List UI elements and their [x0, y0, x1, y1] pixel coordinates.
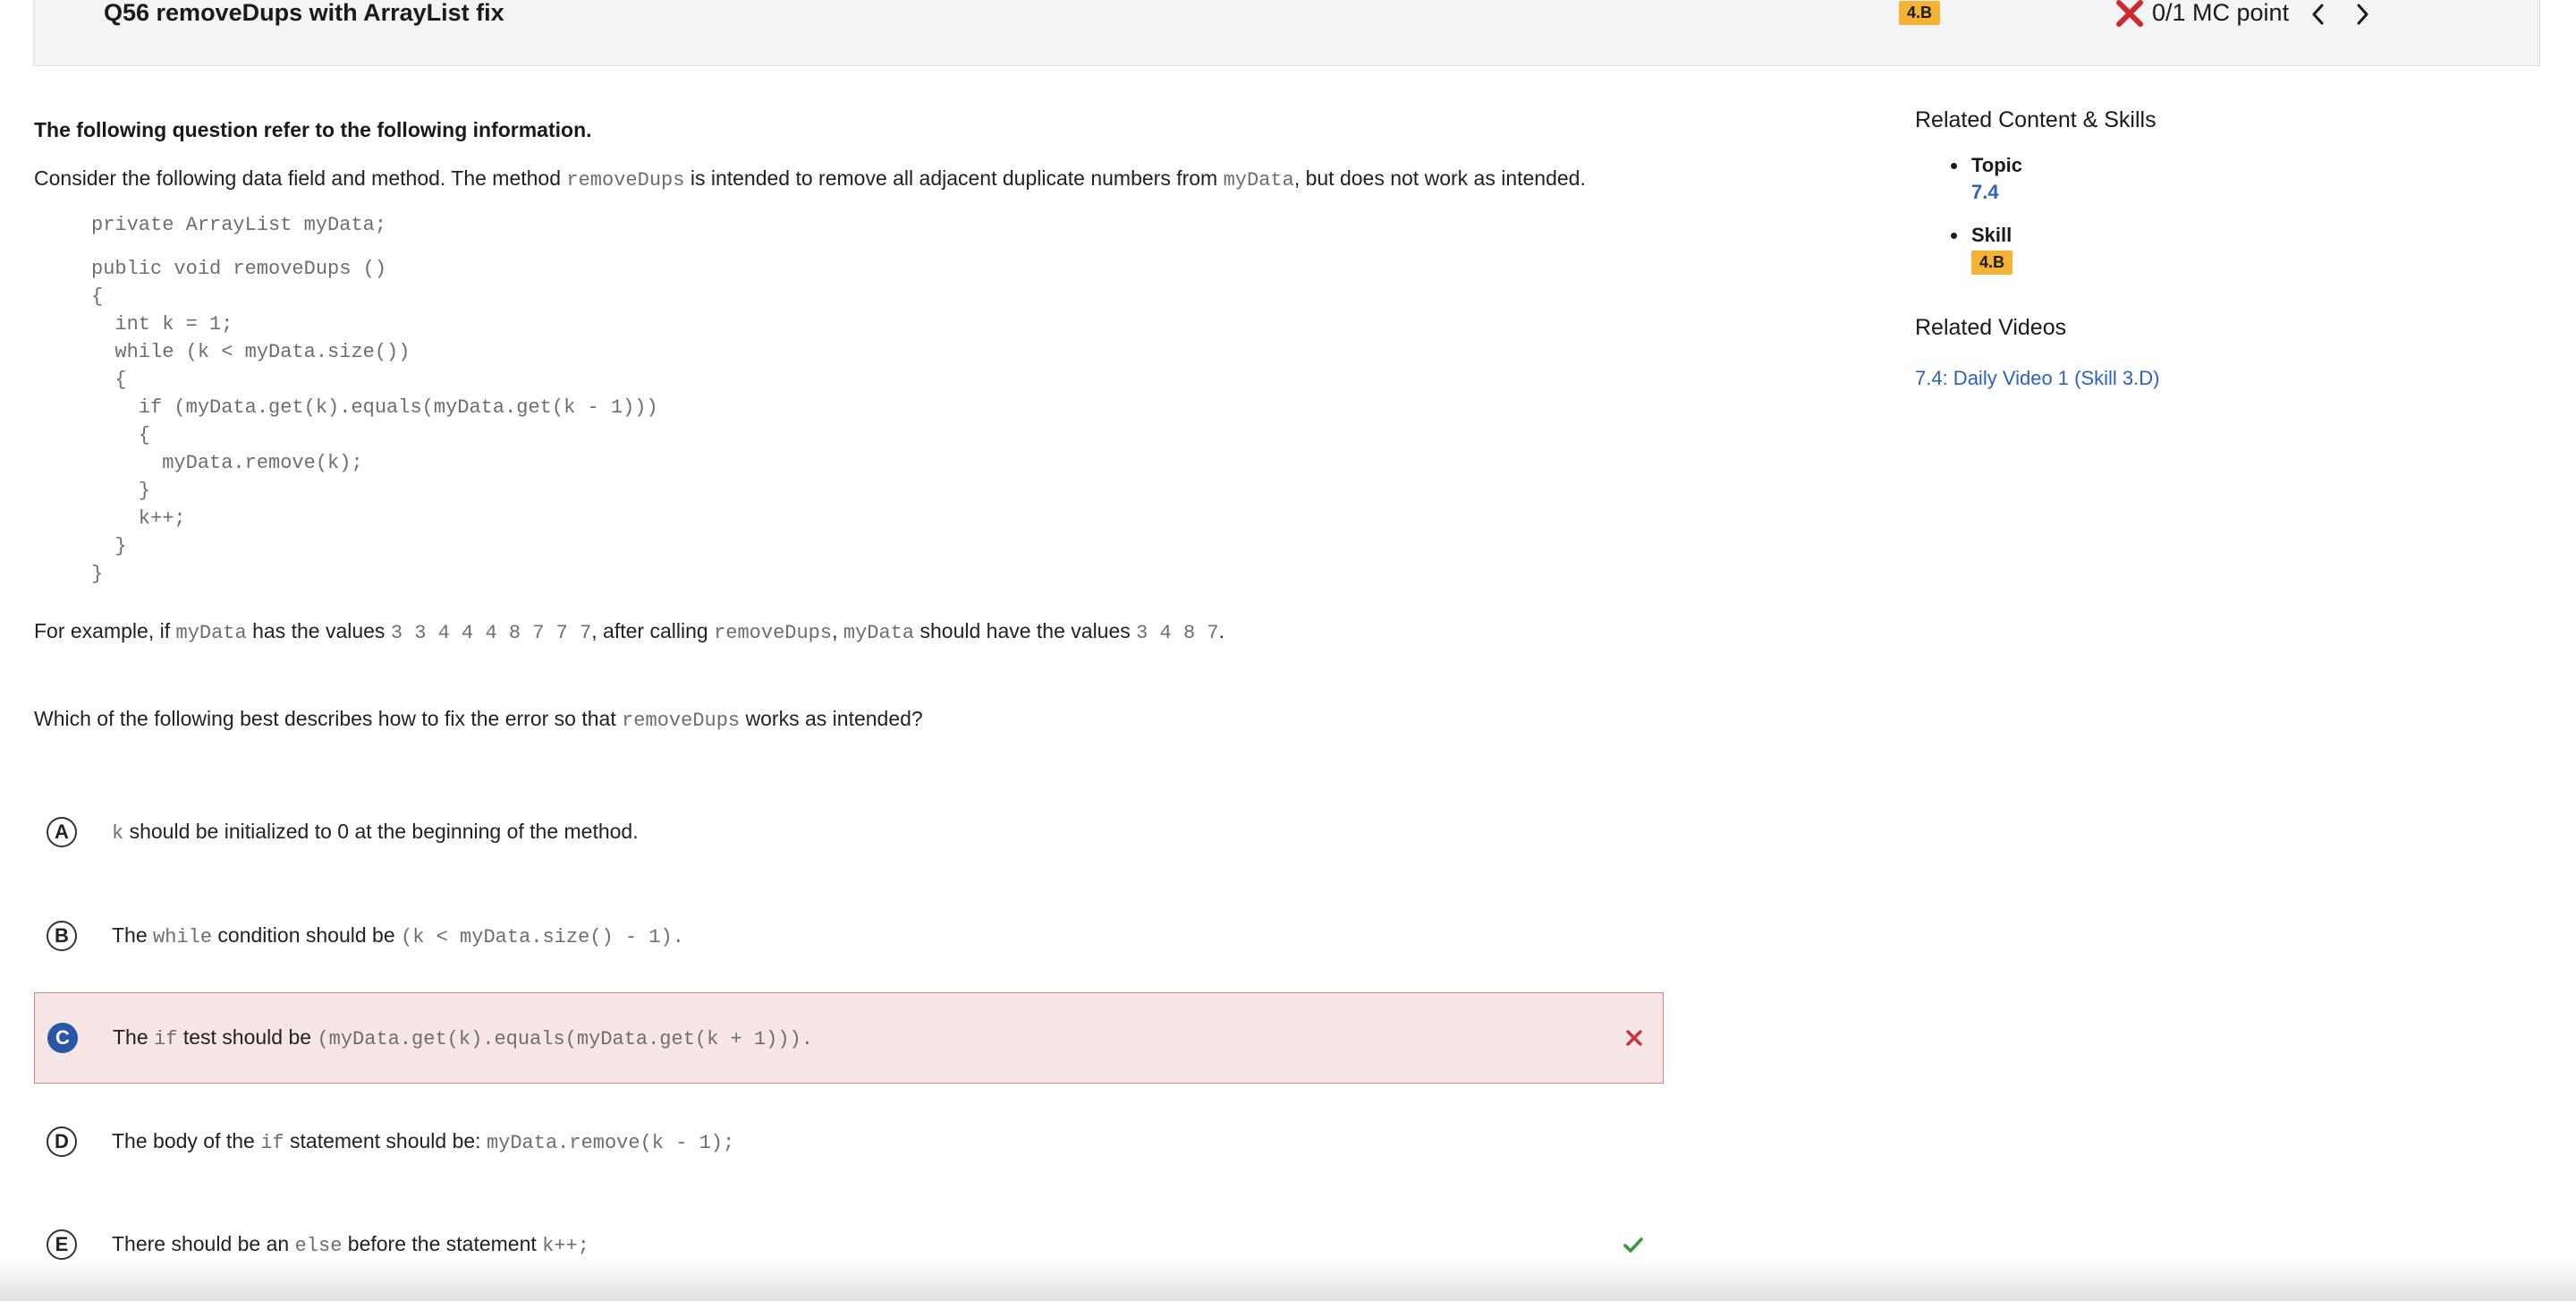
code-line: while (k < myData.size()) — [91, 341, 411, 363]
chevron-left-icon[interactable] — [2306, 1, 2331, 28]
option-letter: B — [47, 921, 77, 951]
code-line: public void removeDups () — [91, 258, 387, 280]
related-skill: Skill 4.B — [1915, 224, 2022, 275]
topic-label: Topic — [1971, 154, 2023, 176]
related-list: Topic 7.4 Skill 4.B — [1915, 154, 2022, 287]
close-icon — [1626, 1030, 1642, 1046]
question-description: Consider the following data field and me… — [34, 166, 1586, 191]
skill-badge: 4.B — [1971, 251, 2013, 275]
related-topic: Topic 7.4 — [1915, 154, 2022, 204]
code-line: int k = 1; — [91, 313, 233, 336]
option-text: The if test should be (myData.get(k).equ… — [113, 1025, 813, 1050]
code-line: } — [91, 563, 104, 585]
video-link[interactable]: 7.4: Daily Video 1 (Skill 3.D) — [1915, 367, 2160, 390]
option-c[interactable]: C The if test should be (myData.get(k).e… — [34, 992, 1664, 1084]
code-line: private ArrayList myData; — [91, 214, 387, 236]
question-intro: The following question refer to the foll… — [34, 118, 592, 141]
code-block: private ArrayList myData; public void rem… — [91, 211, 658, 588]
option-letter: D — [47, 1127, 77, 1157]
option-text: The while condition should be (k < myDat… — [112, 923, 684, 948]
skill-label: Skill — [1971, 224, 2012, 246]
question-prompt: Which of the following best describes ho… — [34, 707, 923, 732]
option-a[interactable]: A k should be initialized to 0 at the be… — [34, 787, 1664, 878]
check-icon — [1623, 1237, 1643, 1253]
code-line: } — [91, 535, 127, 557]
option-letter: C — [47, 1023, 78, 1053]
code-line: { — [91, 369, 127, 391]
code-line: k++; — [91, 507, 186, 530]
code-line: if (myData.get(k).equals(myData.get(k - … — [91, 396, 658, 419]
related-videos-title: Related Videos — [1915, 315, 2067, 340]
code-line: } — [91, 480, 151, 502]
question-title: Q56 removeDups with ArrayList fix — [104, 0, 504, 26]
option-b[interactable]: B The while condition should be (k < myD… — [34, 890, 1664, 982]
skill-badge: 4.B — [1899, 1, 1941, 25]
option-letter: A — [47, 817, 77, 847]
bottom-fade — [0, 1260, 2576, 1301]
x-icon — [2116, 0, 2143, 27]
code-line: { — [91, 424, 151, 446]
related-content-title: Related Content & Skills — [1915, 107, 2157, 132]
option-text: There should be an else before the state… — [112, 1232, 589, 1257]
question-header: Q56 removeDups with ArrayList fix 4.B 0/… — [33, 0, 2540, 66]
option-letter: E — [47, 1229, 77, 1260]
option-d[interactable]: D The body of the if statement should be… — [34, 1096, 1664, 1187]
code-line: { — [91, 285, 104, 308]
option-text: The body of the if statement should be: … — [112, 1129, 735, 1154]
option-text: k should be initialized to 0 at the begi… — [112, 820, 639, 845]
code-line: myData.remove(k); — [91, 452, 363, 474]
score-text: 0/1 MC point — [2152, 0, 2290, 26]
topic-link[interactable]: 7.4 — [1971, 181, 2022, 204]
example-text: For example, if myData has the values 3 … — [34, 619, 1224, 644]
chevron-right-icon[interactable] — [2350, 1, 2375, 28]
